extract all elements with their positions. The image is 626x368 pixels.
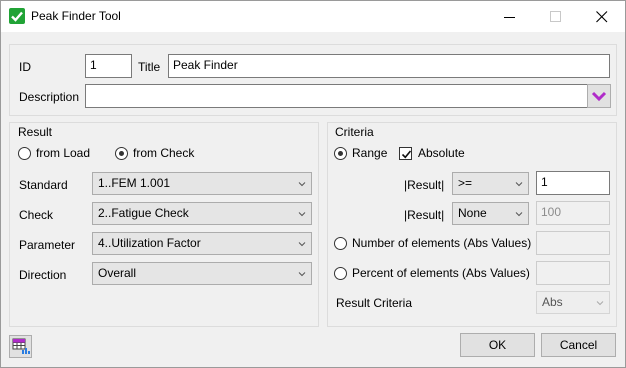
table-grid-icon: [12, 338, 30, 354]
direction-label: Direction: [19, 268, 67, 282]
criteria-group: Criteria Range Absolute |Result| >= 1 |R…: [327, 122, 617, 327]
operator1-select[interactable]: >=: [452, 172, 529, 195]
percent-of-elements-label[interactable]: Percent of elements (Abs Values): [352, 266, 530, 280]
range-radio[interactable]: [334, 147, 347, 160]
standard-label: Standard: [19, 178, 68, 192]
chevron-down-icon: [596, 301, 604, 306]
absolute-label[interactable]: Absolute: [418, 146, 465, 160]
maximize-icon: [550, 11, 561, 22]
direction-select[interactable]: Overall: [92, 262, 312, 285]
parameter-value: 4..Utilization Factor: [98, 236, 201, 250]
title-bar: Peak Finder Tool: [1, 1, 625, 32]
from-check-label[interactable]: from Check: [133, 146, 194, 160]
parameter-select[interactable]: 4..Utilization Factor: [92, 232, 312, 255]
chevron-down-icon: [591, 91, 607, 102]
operator1-value: >=: [458, 176, 473, 190]
peak-finder-window: Peak Finder Tool ID 1 Title Peak Finder …: [0, 0, 626, 368]
number-of-elements-label[interactable]: Number of elements (Abs Values): [352, 236, 531, 250]
chevron-down-icon: [298, 242, 306, 247]
result1-label: |Result|: [404, 178, 445, 192]
from-load-label[interactable]: from Load: [36, 146, 90, 160]
standard-value: 1..FEM 1.001: [98, 176, 171, 190]
check-value: 2..Fatigue Check: [98, 206, 189, 220]
range-label[interactable]: Range: [352, 146, 387, 160]
description-label: Description: [19, 90, 80, 104]
result-group-label: Result: [18, 125, 53, 139]
chevron-down-icon: [298, 212, 306, 217]
value1-input[interactable]: 1: [536, 171, 610, 195]
chevron-down-icon: [515, 212, 523, 217]
check-select[interactable]: 2..Fatigue Check: [92, 202, 312, 225]
criteria-group-label: Criteria: [335, 125, 374, 139]
result-criteria-label: Result Criteria: [336, 296, 413, 310]
description-input[interactable]: [85, 84, 588, 108]
chevron-down-icon: [515, 182, 523, 187]
cancel-button[interactable]: Cancel: [541, 333, 616, 357]
check-label: Check: [19, 208, 54, 222]
from-check-radio[interactable]: [115, 147, 128, 160]
window-title: Peak Finder Tool: [31, 9, 121, 23]
title-label: Title: [138, 60, 161, 74]
chevron-down-icon: [298, 272, 306, 277]
minimize-button[interactable]: [487, 1, 533, 32]
number-of-elements-radio[interactable]: [334, 237, 347, 250]
maximize-button: [533, 1, 579, 32]
standard-select[interactable]: 1..FEM 1.001: [92, 172, 312, 195]
result-criteria-select: Abs: [536, 291, 610, 314]
result-group: Result from Load from Check Standard 1..…: [9, 122, 319, 327]
absolute-checkbox[interactable]: [399, 147, 412, 160]
id-label: ID: [19, 60, 31, 74]
header-panel: ID 1 Title Peak Finder Description: [9, 44, 617, 116]
number-of-elements-input: [536, 231, 610, 255]
id-input[interactable]: 1: [85, 54, 132, 78]
operator2-select[interactable]: None: [452, 202, 529, 225]
checkmark-icon: [401, 150, 412, 159]
parameter-label: Parameter: [19, 238, 76, 252]
ok-button[interactable]: OK: [460, 333, 535, 357]
percent-of-elements-input: [536, 261, 610, 285]
chevron-down-icon: [298, 182, 306, 187]
result2-label: |Result|: [404, 208, 445, 222]
close-icon: [596, 11, 608, 23]
percent-of-elements-radio[interactable]: [334, 267, 347, 280]
checkmark-app-icon: [9, 8, 25, 24]
direction-value: Overall: [98, 266, 137, 280]
result-criteria-value: Abs: [542, 295, 563, 309]
table-settings-button[interactable]: [9, 335, 32, 358]
close-button[interactable]: [579, 1, 625, 32]
operator2-value: None: [458, 206, 487, 220]
minimize-icon: [504, 17, 515, 18]
title-input[interactable]: Peak Finder: [168, 54, 610, 78]
description-expand-button[interactable]: [587, 84, 611, 108]
value2-input: 100: [536, 201, 610, 225]
from-load-radio[interactable]: [18, 147, 31, 160]
